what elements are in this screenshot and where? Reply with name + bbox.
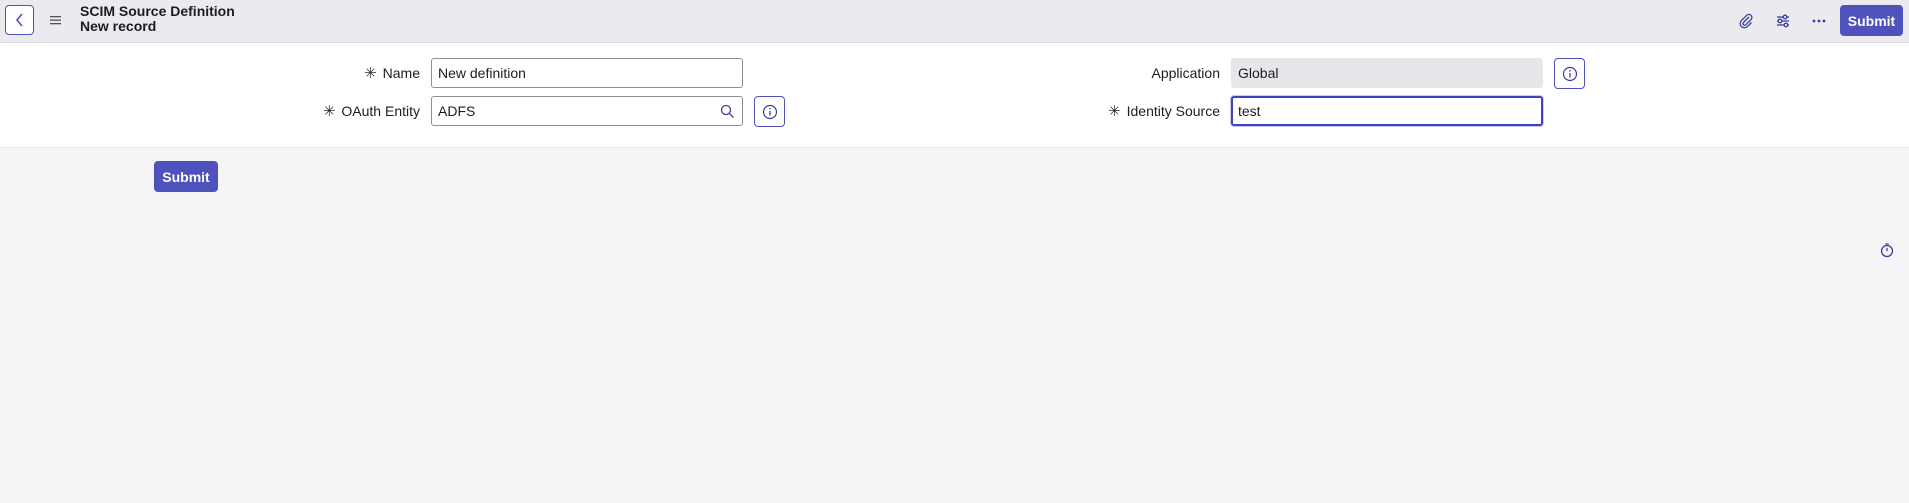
sliders-icon[interactable] [1773, 11, 1793, 31]
page-title: SCIM Source Definition New record [80, 4, 235, 34]
submit-button-header[interactable]: Submit [1840, 5, 1903, 36]
identity-source-label-text: Identity Source [1126, 103, 1220, 119]
search-icon [720, 104, 734, 118]
oauth-entity-info-button[interactable] [754, 96, 785, 127]
oauth-entity-label-text: OAuth Entity [341, 103, 420, 119]
name-input[interactable] [431, 58, 743, 88]
record-table-title: SCIM Source Definition [80, 3, 235, 19]
name-label-text: Name [382, 65, 420, 81]
more-icon[interactable] [1809, 11, 1829, 31]
info-icon [1562, 66, 1577, 81]
record-header: SCIM Source Definition New record Submit [0, 0, 1909, 43]
stopwatch-icon[interactable] [1879, 242, 1895, 258]
back-icon [15, 13, 23, 27]
back-button[interactable] [5, 5, 34, 35]
name-label: ✳ Name [260, 58, 420, 88]
required-icon: ✳ [1108, 103, 1121, 120]
oauth-entity-label: ✳ OAuth Entity [240, 96, 420, 126]
oauth-entity-lookup-button[interactable] [712, 96, 743, 126]
application-info-button[interactable] [1554, 58, 1585, 89]
identity-source-label: ✳ Identity Source [1040, 96, 1220, 126]
submit-button[interactable]: Submit [154, 161, 218, 192]
application-label-text: Application [1151, 65, 1221, 81]
menu-icon[interactable] [48, 13, 64, 27]
paperclip-icon[interactable] [1736, 11, 1756, 31]
required-icon: ✳ [364, 65, 377, 82]
oauth-entity-input[interactable] [431, 96, 713, 126]
info-icon [762, 104, 777, 119]
identity-source-input[interactable] [1231, 96, 1543, 126]
application-input [1231, 58, 1543, 88]
record-subtitle: New record [80, 18, 157, 34]
application-label: Application [1060, 58, 1221, 88]
required-icon: ✳ [322, 103, 336, 120]
form-panel: ✳ Name ✳ OAuth Entity Application ✳ Iden… [0, 43, 1909, 148]
